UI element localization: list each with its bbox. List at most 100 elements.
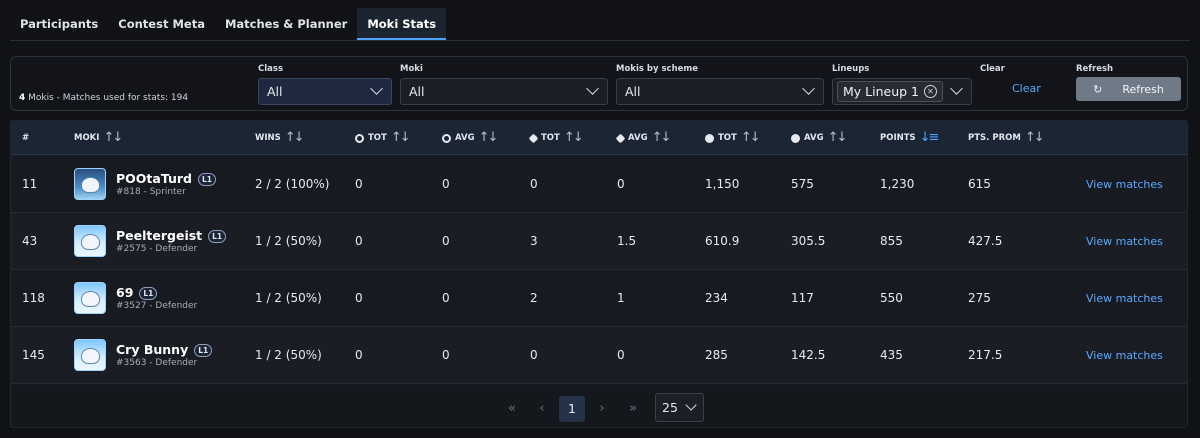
tab-contest-meta[interactable]: Contest Meta <box>108 8 215 40</box>
close-icon[interactable]: ✕ <box>924 85 937 98</box>
header-t3-tot[interactable]: TOT ↑↓ <box>705 121 761 155</box>
rank-cell: 11 <box>22 177 38 191</box>
scheme-select[interactable]: All <box>616 78 824 105</box>
wins-cell: 2 / 2 (100%) <box>255 177 330 191</box>
header-t1-avg[interactable]: AVG ↑↓ <box>442 121 499 155</box>
tab-matches-planner[interactable]: Matches & Planner <box>215 8 357 40</box>
refresh-icon: ↻ <box>1093 82 1103 96</box>
moki-subtitle: #3563 - Defender <box>116 358 198 368</box>
t2-avg-cell: 1.5 <box>617 234 637 248</box>
sort-icon[interactable]: ↑↓ <box>741 121 761 155</box>
score-ring-icon <box>355 133 364 143</box>
rank-cell: 43 <box>22 234 38 248</box>
filter-panel: 4 Mokis - Matches used for stats: 194 Cl… <box>10 56 1188 111</box>
first-page-button[interactable]: « <box>499 396 525 422</box>
summary-text: Mokis - Matches used for stats: 194 <box>25 93 189 103</box>
page-size-select[interactable]: 25 <box>655 393 704 422</box>
sort-icon[interactable]: ↑↓ <box>103 121 123 155</box>
refresh-button[interactable]: ↻ Refresh <box>1076 77 1181 101</box>
ball-icon <box>705 133 714 143</box>
sort-icon[interactable]: ↑↓ <box>1025 121 1045 155</box>
header-t1-avg-label: AVG <box>455 133 475 143</box>
moki-name-text: Peeltergeist <box>116 228 203 243</box>
chevron-down-icon <box>950 82 963 95</box>
header-pts-prom-label: PTS. PROM <box>968 133 1021 143</box>
t2-tot-cell: 2 <box>530 291 538 305</box>
moki-avatar <box>74 339 106 371</box>
chevron-down-icon <box>586 82 599 95</box>
points-cell: 550 <box>880 291 903 305</box>
moki-avatar <box>74 168 106 200</box>
prev-page-button[interactable]: ‹ <box>529 396 555 422</box>
wins-cell: 1 / 2 (50%) <box>255 348 322 362</box>
current-page[interactable]: 1 <box>559 396 585 422</box>
moki-name-text: Cry Bunny <box>116 342 189 357</box>
t3-tot-cell: 1,150 <box>705 177 740 191</box>
header-t2-tot[interactable]: TOT ↑↓ <box>528 121 584 155</box>
tab-moki-stats[interactable]: Moki Stats <box>357 8 447 40</box>
refresh-label: Refresh <box>1076 64 1114 74</box>
moki-subtitle: #3527 - Defender <box>116 301 198 311</box>
header-moki[interactable]: MOKI ↑↓ <box>74 121 123 155</box>
class-select-value: All <box>267 84 283 99</box>
sort-icon[interactable]: ↑↓ <box>391 121 411 155</box>
header-wins[interactable]: WINS ↑↓ <box>255 121 305 155</box>
moki-select[interactable]: All <box>400 78 608 105</box>
t2-tot-cell: 3 <box>530 234 538 248</box>
view-matches-link[interactable]: View matches <box>1086 156 1163 213</box>
header-wins-label: WINS <box>255 133 281 143</box>
sort-icon[interactable]: ↑↓ <box>652 121 672 155</box>
sort-icon[interactable]: ↑↓ <box>828 121 848 155</box>
tab-bar: Participants Contest Meta Matches & Plan… <box>10 8 447 40</box>
t3-tot-cell: 285 <box>705 348 728 362</box>
header-t3-avg[interactable]: AVG ↑↓ <box>791 121 848 155</box>
header-t3-tot-label: TOT <box>718 133 737 143</box>
next-page-button[interactable]: › <box>589 396 615 422</box>
tabs-divider <box>10 40 1190 41</box>
table-row: 43 Peeltergeist L1 #2575 - Defender 1 / 2… <box>11 213 1187 270</box>
lineup-chip[interactable]: My Lineup 1 ✕ <box>837 81 943 102</box>
view-matches-link[interactable]: View matches <box>1086 213 1163 270</box>
gem-icon <box>615 133 626 143</box>
sort-desc-icon[interactable]: ↓≡ <box>920 121 940 155</box>
header-t2-tot-label: TOT <box>541 133 560 143</box>
tab-participants[interactable]: Participants <box>10 8 108 40</box>
sort-icon[interactable]: ↑↓ <box>479 121 499 155</box>
table-body: 11 POOtaTurd L1 #818 - Sprinter 2 / 2 (10… <box>11 156 1187 386</box>
lineup-chip-label: My Lineup 1 <box>843 84 919 99</box>
moki-stats-table: # MOKI ↑↓ WINS ↑↓ TOT ↑↓ AVG ↑↓ TOT ↑↓ AVG ↑↓ … <box>10 120 1188 428</box>
header-pts-prom[interactable]: PTS. PROM ↑↓ <box>968 121 1045 155</box>
lineup-badge: L1 <box>194 343 213 357</box>
class-select[interactable]: All <box>258 78 392 105</box>
header-points[interactable]: POINTS ↓≡ <box>880 121 940 155</box>
wins-cell: 1 / 2 (50%) <box>255 234 322 248</box>
pts-prom-cell: 427.5 <box>968 234 1003 248</box>
header-t1-tot[interactable]: TOT ↑↓ <box>355 121 411 155</box>
header-points-label: POINTS <box>880 133 916 143</box>
lineups-select[interactable]: My Lineup 1 ✕ <box>832 78 972 105</box>
points-cell: 855 <box>880 234 903 248</box>
last-page-button[interactable]: » <box>620 396 646 422</box>
view-matches-link[interactable]: View matches <box>1086 327 1163 384</box>
header-t2-avg[interactable]: AVG ↑↓ <box>615 121 672 155</box>
moki-name-text: POOtaTurd <box>116 171 192 186</box>
points-cell: 435 <box>880 348 903 362</box>
table-row: 118 69 L1 #3527 - Defender 1 / 2 (50%) 0 … <box>11 270 1187 327</box>
lineup-badge: L1 <box>139 286 158 300</box>
clear-button[interactable]: Clear <box>1012 82 1041 95</box>
moki-avatar <box>74 225 106 257</box>
t1-avg-cell: 0 <box>442 177 450 191</box>
class-label: Class <box>258 64 284 74</box>
gem-icon <box>528 133 539 143</box>
moki-label: Moki <box>400 64 423 74</box>
moki-name: 69 L1 <box>116 286 158 300</box>
t2-tot-cell: 0 <box>530 177 538 191</box>
sort-icon[interactable]: ↑↓ <box>285 121 305 155</box>
t1-tot-cell: 0 <box>355 177 363 191</box>
view-matches-link[interactable]: View matches <box>1086 270 1163 327</box>
wins-cell: 1 / 2 (50%) <box>255 291 322 305</box>
t3-avg-cell: 117 <box>791 291 814 305</box>
chevron-down-icon <box>685 399 697 411</box>
sort-icon[interactable]: ↑↓ <box>564 121 584 155</box>
t1-tot-cell: 0 <box>355 291 363 305</box>
